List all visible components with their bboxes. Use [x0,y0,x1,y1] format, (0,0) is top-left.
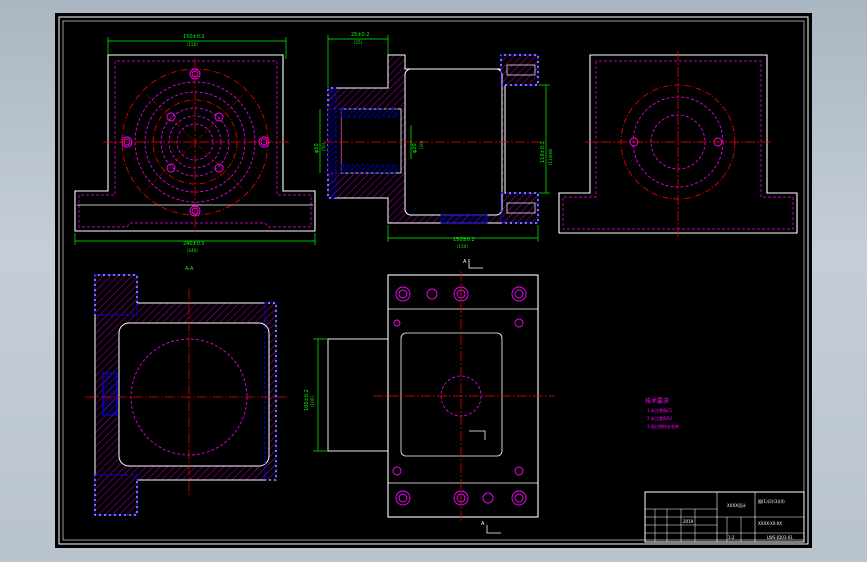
drawing-canvas: 150±0.2 (150) 240±0.5 (240) A-A 25±0.2 (… [58,16,809,545]
dim-text: φ50 [314,143,320,153]
cad-viewport[interactable]: 150±0.2 (150) 240±0.5 (240) A-A 25±0.2 (… [55,13,812,548]
dim-text: (110H8) [548,148,553,165]
view-arrow-label: A [463,259,467,265]
title-block: XXXX设计 图(1)(2)(3)(4) XXXX-XX-XX LWS-JD03… [644,491,805,543]
title-scale: 1:2 [728,535,735,540]
dim-text: (20) [419,140,424,149]
dim-text: (240) [187,248,198,253]
title-part: XXXX-XX-XX [758,521,782,526]
dim-text: (25) [354,40,363,45]
dim-text: φ20 [412,143,418,153]
title-top-right: 图(1)(2)(3)(4) [758,498,785,504]
side-section-view: 25±0.2 (25) 110±0.1 (110H8) φ50 (50) φ20… [314,32,553,249]
dim-text: (100) [310,396,315,407]
plan-view: 100±0.2 (100) A A [304,259,555,534]
dim-text: 240±0.5 [183,241,205,247]
right-view [558,51,798,239]
technical-notes: 技术要求 1.未注倒角C1 2.未注圆角R2 3.锐边倒钝去毛刺 [645,397,679,429]
view-arrow-label: A [481,521,485,527]
title-company: XXXX设计 [727,502,746,508]
note-line: 3.锐边倒钝去毛刺 [647,423,679,429]
notes-heading: 技术要求 [645,397,669,405]
note-line: 2.未注圆角R2 [647,415,673,421]
dim-text: (150) [457,244,468,249]
title-drawing-number: LWS-JD03-01 [767,535,793,540]
bottom-section-view [85,274,287,516]
dim-text: 150±0.2 [183,34,205,40]
section-label: A-A [185,266,194,272]
title-date: 2019 [683,519,694,524]
note-line: 1.未注倒角C1 [647,407,673,413]
dim-text: 110±0.1 [540,141,546,163]
dim-text: (50) [321,142,326,151]
front-view: 150±0.2 (150) 240±0.5 (240) A-A [74,34,316,272]
dim-text: 150±0.2 [453,237,475,243]
dim-text: 25±0.2 [351,32,370,38]
dim-text: (150) [187,42,198,47]
